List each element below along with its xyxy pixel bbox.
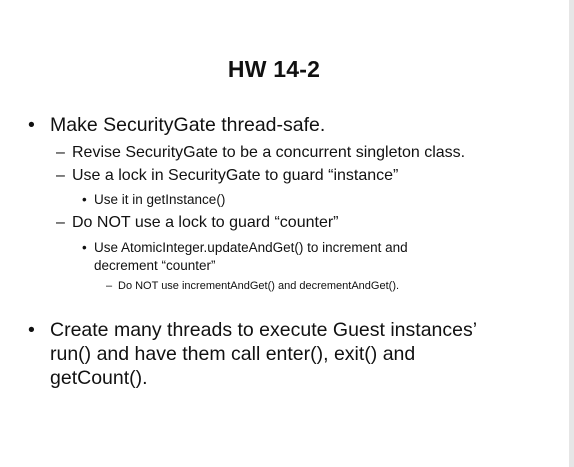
bullet-no-lock-counter: Do NOT use a lock to guard “counter”	[72, 214, 339, 231]
bullet-create-threads-line-3: getCount().	[50, 367, 148, 389]
dash-marker: –	[106, 280, 113, 292]
bullet-use-lock-instance: Use a lock in SecurityGate to guard “ins…	[72, 167, 399, 184]
bullet-revise-singleton: Revise SecurityGate to be a concurrent s…	[72, 144, 466, 161]
dash-marker: –	[56, 214, 65, 231]
dash-marker: –	[56, 167, 65, 184]
dash-marker: –	[56, 144, 65, 161]
slide-title: HW 14-2	[227, 56, 321, 82]
bullet-atomicinteger-line-2: decrement “counter”	[94, 258, 216, 273]
bullet-marker: •	[82, 192, 87, 207]
slide: HW 14-2 • Make SecurityGate thread-safe.…	[0, 0, 574, 467]
bullet-atomicinteger-line-1: Use AtomicInteger.updateAndGet() to incr…	[94, 240, 408, 255]
bullet-make-thread-safe: Make SecurityGate thread-safe.	[50, 114, 326, 136]
bullet-no-increment-decrement: Do NOT use incrementAndGet() and decreme…	[118, 280, 400, 292]
bullet-marker: •	[28, 319, 35, 341]
bullet-create-threads-line-1: Create many threads to execute Guest ins…	[50, 319, 478, 341]
bullet-marker: •	[28, 114, 35, 136]
bullet-marker: •	[82, 240, 87, 255]
bullet-create-threads-line-2: run() and have them call enter(), exit()…	[50, 343, 416, 365]
bullet-use-getinstance: Use it in getInstance()	[94, 192, 226, 207]
slide-edge	[569, 0, 574, 467]
